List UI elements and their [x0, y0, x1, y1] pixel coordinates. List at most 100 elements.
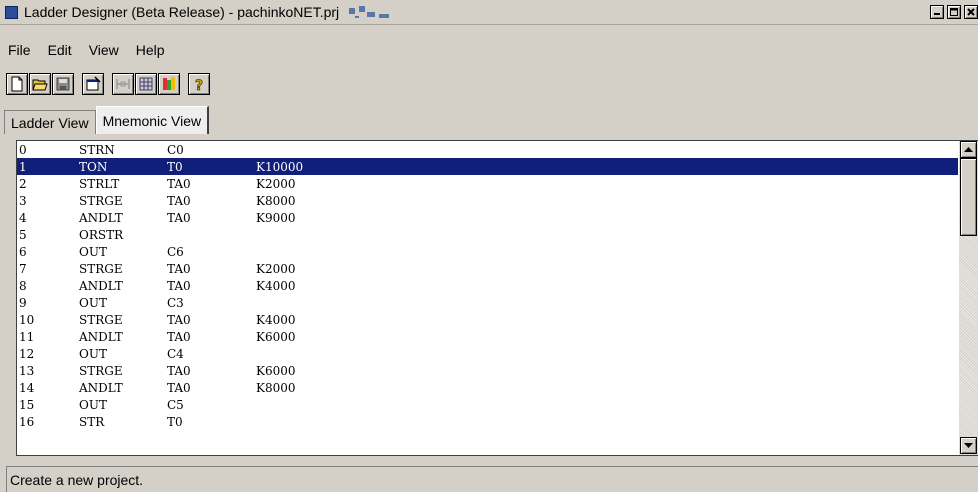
- row-operand: C6: [167, 244, 184, 259]
- help-icon: ?: [195, 78, 204, 92]
- row-operand: TA0: [167, 193, 191, 208]
- row-index: 10: [19, 312, 35, 327]
- row-operand: C4: [167, 346, 184, 361]
- table-row[interactable]: 10 STRGE TA0 K4000: [17, 311, 958, 328]
- properties-icon: [86, 76, 101, 91]
- row-index: 12: [19, 346, 35, 361]
- row-index: 0: [19, 142, 27, 157]
- row-instruction: STRGE: [79, 363, 123, 378]
- view-tabs: Ladder View Mnemonic View: [4, 106, 210, 134]
- row-instruction: STR: [79, 414, 105, 429]
- row-constant: K8000: [256, 380, 296, 395]
- table-row[interactable]: 14 ANDLT TA0 K8000: [17, 379, 958, 396]
- table-row[interactable]: 6 OUT C6: [17, 243, 958, 260]
- table-row[interactable]: 0 STRN C0: [17, 141, 958, 158]
- scroll-down-button[interactable]: [960, 437, 977, 454]
- row-instruction: STRGE: [79, 193, 123, 208]
- ladder-icon: [116, 79, 130, 89]
- toolbar: ?: [6, 72, 211, 96]
- status-bar: Create a new project.: [6, 466, 978, 492]
- window-title: Ladder Designer (Beta Release) - pachink…: [24, 4, 340, 20]
- row-operand: TA0: [167, 261, 191, 276]
- arrow-up-icon: [964, 147, 973, 152]
- maximize-icon: [950, 8, 958, 16]
- row-constant: K10000: [256, 159, 304, 174]
- row-operand: TA0: [167, 312, 191, 327]
- row-instruction: TON: [79, 159, 108, 174]
- row-operand: TA0: [167, 278, 191, 293]
- scroll-up-button[interactable]: [960, 141, 977, 158]
- table-row[interactable]: 16 STR T0: [17, 413, 958, 430]
- row-operand: TA0: [167, 380, 191, 395]
- menu-view[interactable]: View: [83, 42, 125, 58]
- row-constant: K8000: [256, 193, 296, 208]
- title-bar[interactable]: Ladder Designer (Beta Release) - pachink…: [0, 0, 978, 25]
- row-index: 5: [19, 227, 27, 242]
- svg-text:?: ?: [195, 78, 203, 92]
- row-instruction: ANDLT: [79, 329, 123, 344]
- table-row[interactable]: 13 STRGE TA0 K6000: [17, 362, 958, 379]
- close-button[interactable]: [964, 5, 978, 19]
- table-row[interactable]: 9 OUT C3: [17, 294, 958, 311]
- table-row[interactable]: 5 ORSTR: [17, 226, 958, 243]
- table-row[interactable]: 7 STRGE TA0 K2000: [17, 260, 958, 277]
- table-row[interactable]: 12 OUT C4: [17, 345, 958, 362]
- row-index: 11: [19, 329, 35, 344]
- arrow-down-icon: [964, 443, 973, 448]
- save-button[interactable]: [52, 73, 74, 95]
- ladder-button[interactable]: [112, 73, 134, 95]
- properties-button[interactable]: [82, 73, 104, 95]
- row-operand: TA0: [167, 363, 191, 378]
- row-instruction: ORSTR: [79, 227, 124, 242]
- window-controls: [927, 5, 978, 19]
- row-constant: K4000: [256, 278, 296, 293]
- row-operand: C0: [167, 142, 184, 157]
- table-row[interactable]: 2 STRLT TA0 K2000: [17, 175, 958, 192]
- network-decoration-icon: [349, 4, 397, 20]
- row-instruction: OUT: [79, 244, 107, 259]
- table-row[interactable]: 8 ANDLT TA0 K4000: [17, 277, 958, 294]
- open-file-button[interactable]: [29, 73, 51, 95]
- row-instruction: ANDLT: [79, 278, 123, 293]
- row-index: 9: [19, 295, 27, 310]
- row-index: 15: [19, 397, 35, 412]
- tab-mnemonic-view[interactable]: Mnemonic View: [95, 106, 210, 134]
- minimize-button[interactable]: [930, 5, 944, 19]
- table-row[interactable]: 3 STRGE TA0 K8000: [17, 192, 958, 209]
- menu-help[interactable]: Help: [130, 42, 171, 58]
- help-button[interactable]: ?: [188, 73, 210, 95]
- row-operand: T0: [167, 414, 183, 429]
- color-bars-button[interactable]: [158, 73, 180, 95]
- minimize-icon: [934, 13, 940, 15]
- vertical-scrollbar[interactable]: [959, 141, 978, 455]
- mnemonic-list[interactable]: 0 STRN C0 1 TON T0 K10000 2 STRLT TA0 K2000 3 STRGE T…: [17, 141, 958, 455]
- row-operand: T0: [167, 159, 183, 174]
- row-index: 14: [19, 380, 35, 395]
- row-operand: TA0: [167, 329, 191, 344]
- table-row[interactable]: 4 ANDLT TA0 K9000: [17, 209, 958, 226]
- row-index: 8: [19, 278, 27, 293]
- scroll-thumb[interactable]: [960, 158, 977, 236]
- row-index: 3: [19, 193, 27, 208]
- tab-ladder-view[interactable]: Ladder View: [4, 110, 96, 134]
- row-index: 2: [19, 176, 27, 191]
- maximize-button[interactable]: [947, 5, 961, 19]
- new-file-button[interactable]: [6, 73, 28, 95]
- menu-edit[interactable]: Edit: [42, 42, 78, 58]
- row-instruction: STRGE: [79, 312, 123, 327]
- save-disk-icon: [56, 77, 70, 91]
- table-row[interactable]: 1 TON T0 K10000: [17, 158, 958, 175]
- table-row[interactable]: 15 OUT C5: [17, 396, 958, 413]
- row-index: 6: [19, 244, 27, 259]
- table-row[interactable]: 11 ANDLT TA0 K6000: [17, 328, 958, 345]
- menu-file[interactable]: File: [2, 42, 37, 58]
- row-instruction: OUT: [79, 295, 107, 310]
- row-index: 16: [19, 414, 35, 429]
- row-instruction: OUT: [79, 346, 107, 361]
- grid-button[interactable]: [135, 73, 157, 95]
- row-constant: K6000: [256, 329, 296, 344]
- new-file-icon: [11, 76, 23, 92]
- status-text: Create a new project.: [10, 471, 144, 488]
- row-operand: C3: [167, 295, 184, 310]
- row-index: 4: [19, 210, 27, 225]
